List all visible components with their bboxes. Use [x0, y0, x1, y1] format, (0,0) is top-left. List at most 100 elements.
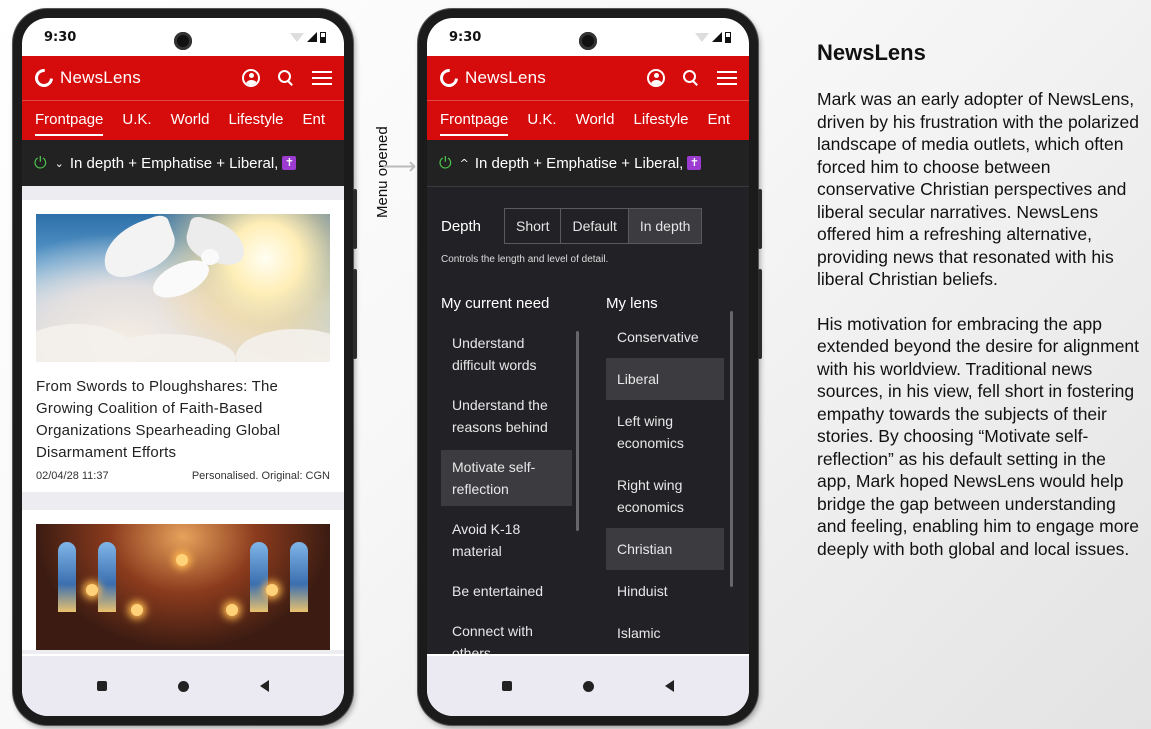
volume-button — [353, 189, 357, 249]
battery-icon — [320, 31, 326, 43]
arrow-right-icon: ⟶ — [382, 152, 417, 180]
lens-column: My lens Conservative Liberal Left wing e… — [606, 295, 741, 654]
tab-entertainment[interactable]: Ent — [708, 111, 731, 130]
account-icon[interactable] — [647, 69, 665, 87]
wifi-icon — [290, 32, 304, 42]
phone-right: 9:30 NewsLens Frontpage U.K. World Lifes… — [418, 9, 762, 725]
cross-icon: ✝ — [282, 156, 297, 170]
tab-frontpage[interactable]: Frontpage — [35, 111, 104, 136]
news-feed: From Swords to Ploughshares: The Growing… — [22, 186, 344, 654]
account-icon[interactable] — [242, 69, 260, 87]
article-card[interactable] — [22, 510, 344, 650]
front-camera — [174, 32, 192, 50]
persona-paragraph-2: His motivation for embracing the app ext… — [817, 313, 1140, 559]
tab-uk[interactable]: U.K. — [122, 111, 151, 130]
section-tabs: Frontpage U.K. World Lifestyle Ent — [22, 100, 344, 140]
depth-short-button[interactable]: Short — [505, 209, 562, 243]
persona-paragraph-1: Mark was an early adopter of NewsLens, d… — [817, 89, 1139, 289]
power-side-button — [758, 269, 762, 359]
lens-filter-bar[interactable]: ⏻ ⌄ In depth + Emphatise + Liberal, ✝ — [22, 140, 344, 186]
tab-uk[interactable]: U.K. — [527, 111, 556, 130]
tab-world[interactable]: World — [576, 111, 615, 130]
current-need-column: My current need Understand difficult wor… — [441, 295, 606, 654]
signal-icon — [712, 32, 722, 42]
article-source: Personalised. Original: CGN — [191, 470, 330, 482]
recents-button[interactable] — [502, 681, 513, 691]
menu-icon[interactable] — [312, 71, 332, 85]
status-time: 9:30 — [449, 29, 482, 45]
need-option[interactable]: Avoid K-18 material — [441, 512, 572, 568]
filter-summary: In depth + Emphatise + Liberal, — [474, 154, 684, 172]
lens-heading: My lens — [606, 295, 658, 312]
lens-option[interactable]: Conservative — [606, 326, 724, 358]
search-icon[interactable] — [278, 70, 294, 86]
lens-option-selected[interactable]: Liberal — [606, 358, 724, 400]
search-icon[interactable] — [683, 70, 699, 86]
lens-option[interactable]: Islamic — [606, 612, 724, 654]
lens-option[interactable]: Left wing economics — [606, 400, 724, 464]
depth-row: Depth Short Default In depth — [427, 187, 749, 244]
back-button[interactable] — [664, 680, 674, 692]
recents-button[interactable] — [97, 681, 108, 691]
depth-default-button[interactable]: Default — [561, 209, 629, 243]
app-header: NewsLens — [427, 56, 749, 100]
dove-image — [36, 214, 330, 362]
article-card[interactable]: From Swords to Ploughshares: The Growing… — [22, 200, 344, 492]
screen-left: 9:30 NewsLens Frontpage U.K. World Lifes… — [22, 18, 344, 716]
system-nav-bar — [22, 656, 344, 716]
lens-scrollbar[interactable] — [730, 311, 733, 587]
depth-selector: Short Default In depth — [504, 208, 703, 244]
section-tabs: Frontpage U.K. World Lifestyle Ent — [427, 100, 749, 140]
need-option[interactable]: Connect with others — [441, 614, 572, 654]
status-time: 9:30 — [44, 29, 77, 45]
lens-option[interactable]: Right wing economics — [606, 464, 724, 528]
tab-lifestyle[interactable]: Lifestyle — [228, 111, 283, 130]
tab-world[interactable]: World — [171, 111, 210, 130]
current-need-heading: My current need — [441, 295, 550, 312]
article-date: 02/04/28 11:37 — [36, 470, 109, 482]
menu-opened-annotation: Menu opened ⟶ — [360, 90, 416, 230]
power-icon[interactable]: ⏻ — [439, 153, 452, 173]
back-button[interactable] — [259, 680, 269, 692]
status-icons — [695, 31, 731, 43]
need-option[interactable]: Understand the reasons behind — [441, 388, 572, 444]
battery-icon — [725, 31, 731, 43]
need-option[interactable]: Be entertained — [441, 574, 572, 608]
home-button[interactable] — [582, 680, 594, 692]
screen-right: 9:30 NewsLens Frontpage U.K. World Lifes… — [427, 18, 749, 716]
tab-entertainment[interactable]: Ent — [303, 111, 326, 130]
status-icons — [290, 31, 326, 43]
need-option-selected[interactable]: Motivate self-reflection — [441, 450, 572, 506]
tab-frontpage[interactable]: Frontpage — [440, 111, 509, 136]
cathedral-image — [36, 524, 330, 650]
needs-scrollbar[interactable] — [576, 331, 579, 531]
depth-help-text: Controls the length and level of detail. — [441, 254, 609, 265]
power-icon[interactable]: ⏻ — [34, 153, 47, 173]
depth-in-depth-button[interactable]: In depth — [628, 209, 702, 243]
menu-icon[interactable] — [717, 71, 737, 85]
persona-title: NewsLens — [817, 40, 926, 65]
chevron-up-icon[interactable]: ^ — [460, 157, 469, 170]
phone-left: 9:30 NewsLens Frontpage U.K. World Lifes… — [13, 9, 357, 725]
cross-icon: ✝ — [687, 156, 702, 170]
menu-columns: My current need Understand difficult wor… — [427, 265, 749, 654]
article-meta: 02/04/28 11:37 Personalised. Original: C… — [36, 470, 330, 482]
need-option[interactable]: Understand difficult words — [441, 326, 572, 382]
lens-filter-bar[interactable]: ⏻ ^ In depth + Emphatise + Liberal, ✝ — [427, 140, 749, 186]
article-title[interactable]: From Swords to Ploughshares: The Growing… — [36, 376, 330, 464]
system-nav-bar — [427, 656, 749, 716]
app-title: NewsLens — [60, 68, 141, 87]
volume-button — [758, 189, 762, 249]
filter-summary: In depth + Emphatise + Liberal, — [69, 154, 279, 172]
newslens-logo-icon — [31, 65, 57, 91]
power-side-button — [353, 269, 357, 359]
tab-lifestyle[interactable]: Lifestyle — [633, 111, 688, 130]
depth-label: Depth — [441, 217, 482, 235]
chevron-down-icon[interactable]: ⌄ — [55, 157, 64, 170]
signal-icon — [307, 32, 317, 42]
lens-option-selected[interactable]: Christian — [606, 528, 724, 570]
wifi-icon — [695, 32, 709, 42]
app-header: NewsLens — [22, 56, 344, 100]
home-button[interactable] — [177, 680, 189, 692]
lens-option[interactable]: Hinduist — [606, 570, 724, 612]
